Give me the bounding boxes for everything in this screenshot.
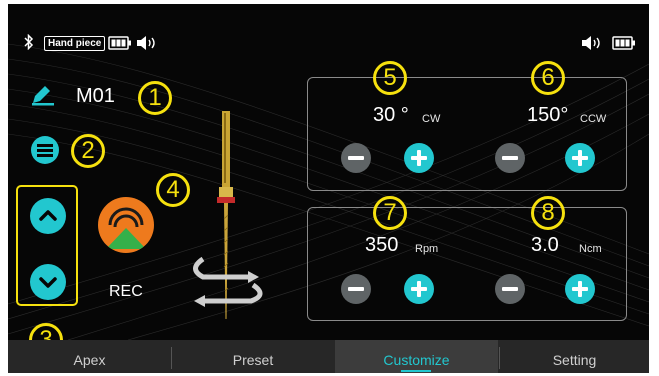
ccw-increase-button[interactable] <box>565 143 595 173</box>
bluetooth-icon <box>23 33 35 51</box>
program-name: M01 <box>76 85 115 107</box>
tab-setting[interactable]: Setting <box>500 340 649 373</box>
ccw-unit-label: CCW <box>580 113 607 125</box>
up-arrow-button[interactable] <box>30 198 66 234</box>
annotation-6: 6 <box>531 61 565 95</box>
record-fan-icon[interactable] <box>98 197 154 253</box>
torque-decrease-button[interactable] <box>495 274 525 304</box>
torque-value: 3.0 <box>531 234 559 256</box>
device-screen: Hand piece M01 1 2 3 REC 4 <box>8 4 649 373</box>
ccw-decrease-button[interactable] <box>495 143 525 173</box>
speaker-volume-icon[interactable] <box>136 35 160 51</box>
list-icon[interactable] <box>31 136 59 164</box>
speed-decrease-button[interactable] <box>341 274 371 304</box>
tab-apex[interactable]: Apex <box>8 340 171 373</box>
cw-increase-button[interactable] <box>404 143 434 173</box>
speed-value: 350 <box>365 234 399 256</box>
angle-panel <box>307 77 627 191</box>
annotation-7: 7 <box>373 196 407 230</box>
torque-increase-button[interactable] <box>565 274 595 304</box>
torque-unit-label: Ncm <box>579 243 602 255</box>
annotation-1: 1 <box>138 81 172 115</box>
annotation-2: 2 <box>71 134 105 168</box>
battery-icon <box>108 36 131 50</box>
endo-file-illustration <box>193 111 263 319</box>
speed-unit-label: Rpm <box>415 243 439 255</box>
speaker-volume-icon[interactable] <box>581 35 605 51</box>
cw-unit-label: CW <box>422 113 441 125</box>
handpiece-label: Hand piece <box>44 36 106 51</box>
speed-increase-button[interactable] <box>404 274 434 304</box>
ccw-angle-value: 150° <box>527 104 569 126</box>
tab-customize[interactable]: Customize <box>335 340 498 373</box>
annotation-8: 8 <box>531 196 565 230</box>
active-tab-indicator <box>401 370 431 372</box>
down-arrow-button[interactable] <box>30 264 66 300</box>
cw-decrease-button[interactable] <box>341 143 371 173</box>
tab-preset[interactable]: Preset <box>172 340 334 373</box>
pencil-icon[interactable] <box>30 84 56 106</box>
rec-label: REC <box>109 283 143 300</box>
cw-angle-value: 30 ° <box>373 104 409 126</box>
bottom-tab-bar: Apex Preset Customize Setting <box>8 340 649 373</box>
annotation-5: 5 <box>373 61 407 95</box>
battery-icon <box>612 36 636 50</box>
